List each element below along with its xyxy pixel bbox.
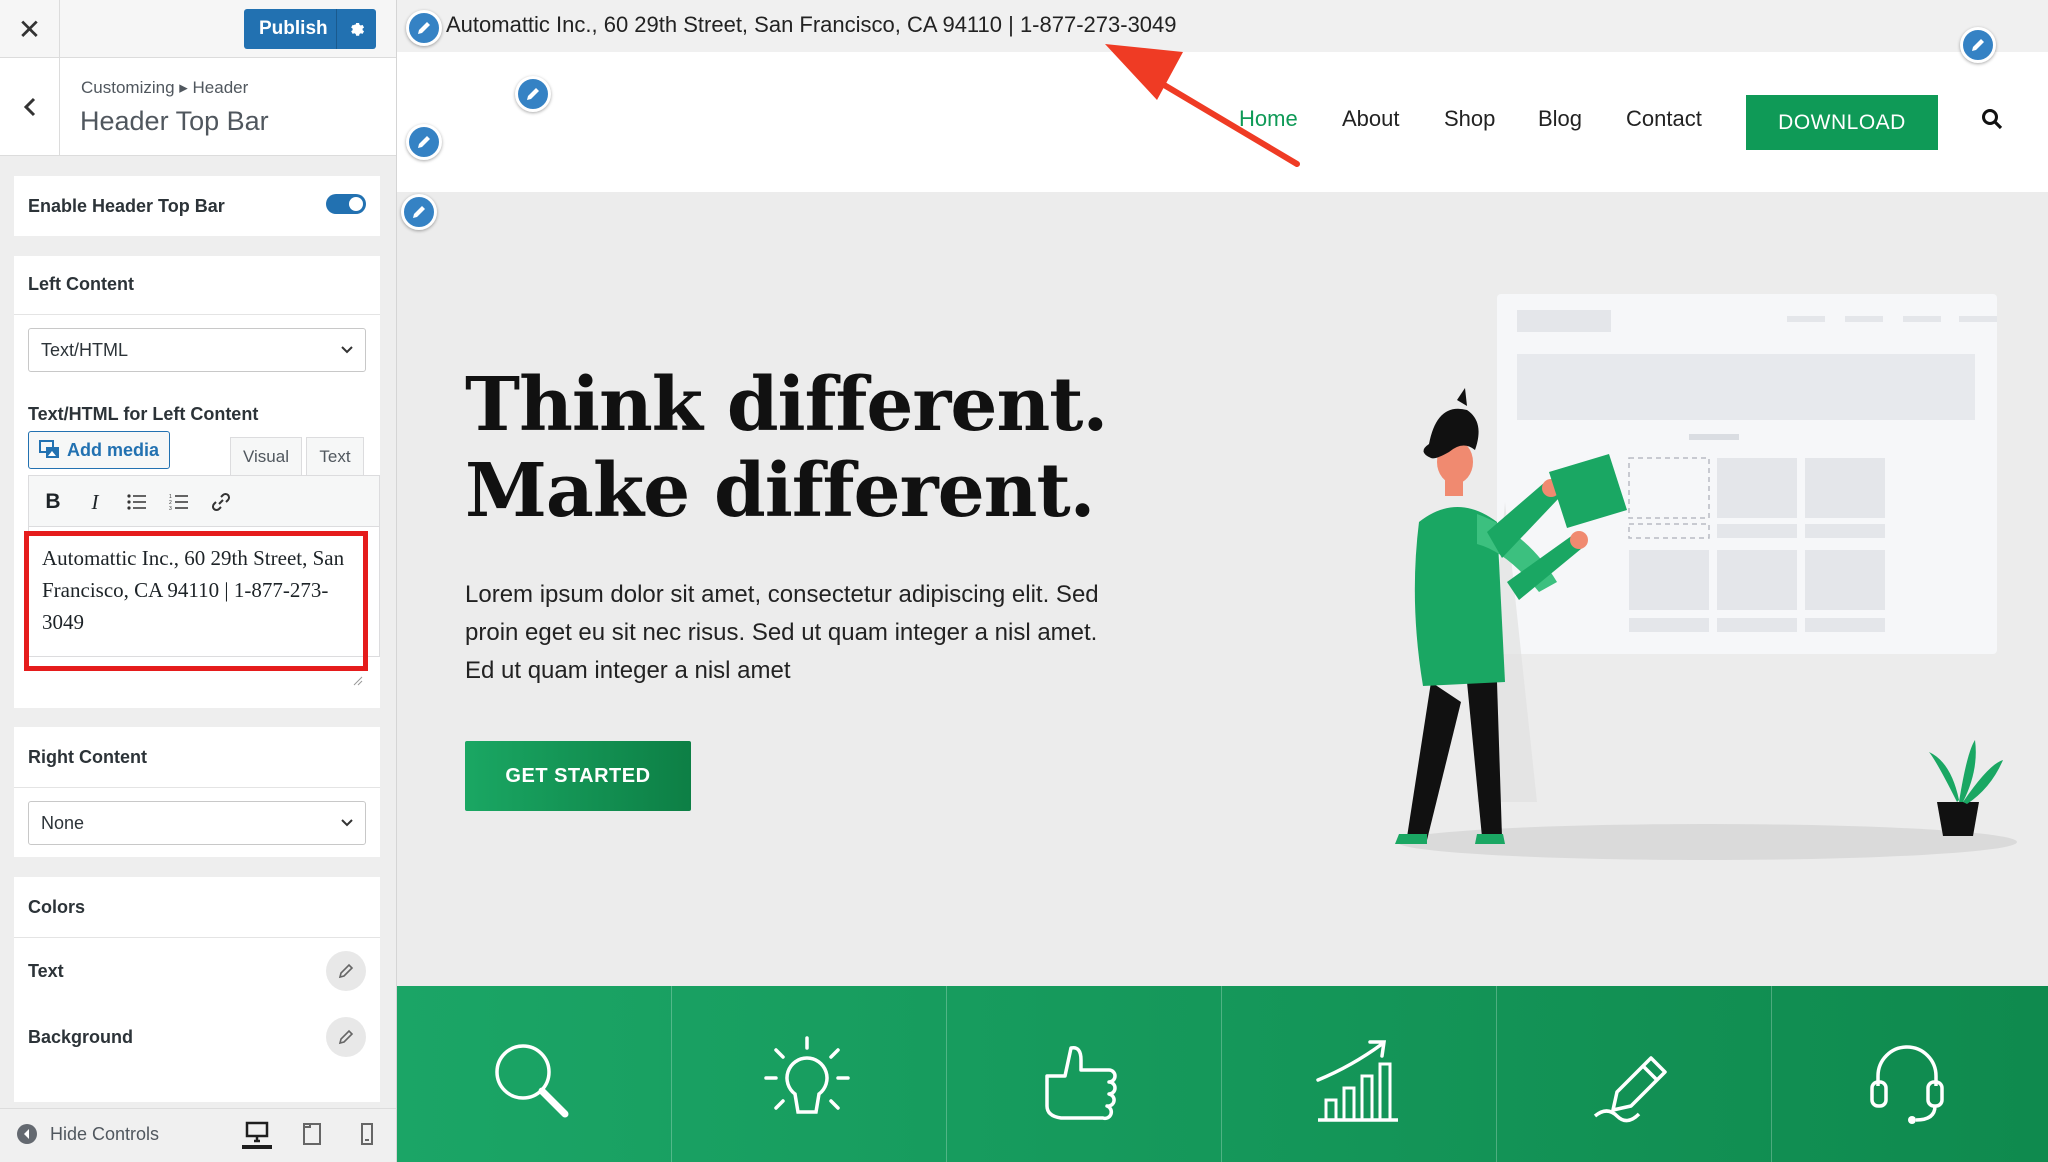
left-content-title: Left Content <box>28 274 134 294</box>
publish-settings-gear-icon[interactable] <box>336 9 376 49</box>
hero-title: Think different. Make different. <box>465 362 1108 534</box>
divider <box>14 787 380 788</box>
bulleted-list-icon[interactable] <box>123 488 151 516</box>
background-color-picker-button[interactable] <box>326 1017 366 1057</box>
edit-shortcut-header[interactable] <box>406 124 442 160</box>
hero-illustration <box>1395 294 2017 860</box>
pen-icon <box>1593 1056 1667 1123</box>
edit-shortcut-header-right[interactable] <box>1960 27 1996 63</box>
tablet-preview-icon[interactable] <box>297 1119 327 1149</box>
editor-content: Automattic Inc., 60 29th Street, San Fra… <box>42 546 345 634</box>
publish-label: Publish <box>259 18 328 39</box>
chevron-down-icon <box>341 346 353 354</box>
customizer-header-actions: ✕ Publish <box>0 0 396 58</box>
media-icon <box>39 440 59 458</box>
left-content-section: Left Content Text/HTML Text/HTML for Lef… <box>14 256 380 708</box>
breadcrumb: Customizing ▸ Header <box>81 78 249 97</box>
thumbs-up-icon <box>1045 1046 1117 1121</box>
pencil-icon <box>1972 39 1984 51</box>
customizer-footer: Hide Controls <box>0 1108 396 1162</box>
pencil-icon <box>413 206 425 218</box>
nav-blog[interactable]: Blog <box>1538 106 1582 132</box>
get-started-button[interactable]: GET STARTED <box>465 741 691 811</box>
text-html-label: Text/HTML for Left Content <box>28 404 259 424</box>
pencil-icon <box>338 963 354 979</box>
site-preview: Automattic Inc., 60 29th Street, San Fra… <box>397 0 2048 1162</box>
add-media-button[interactable]: Add media <box>28 431 170 469</box>
headset-icon <box>1870 1045 1944 1124</box>
panel-header: Customizing ▸ Header Header Top Bar <box>0 58 396 156</box>
bold-icon[interactable]: B <box>39 488 67 516</box>
add-media-label: Add media <box>67 439 160 460</box>
back-button[interactable] <box>0 58 60 156</box>
hero-title-line-2: Make different. <box>465 448 1095 534</box>
chevron-down-icon <box>341 819 353 827</box>
desktop-preview-icon[interactable] <box>242 1119 272 1149</box>
svg-text:3: 3 <box>169 506 172 511</box>
tab-text[interactable]: Text <box>306 437 364 475</box>
edit-shortcut-hero[interactable] <box>401 194 437 230</box>
features-strip <box>397 986 2048 1162</box>
colors-section: Colors Text Background <box>14 877 380 1102</box>
resize-handle-icon[interactable] <box>353 676 363 686</box>
left-content-select-value: Text/HTML <box>41 339 129 360</box>
italic-icon[interactable]: I <box>81 488 109 516</box>
tab-visual[interactable]: Visual <box>230 437 302 475</box>
divider <box>14 314 380 315</box>
colors-title: Colors <box>28 897 86 917</box>
link-icon[interactable] <box>207 488 235 516</box>
pencil-icon <box>338 1029 354 1045</box>
feature-support[interactable] <box>1772 986 2047 1162</box>
numbered-list-icon[interactable]: 123 <box>165 488 193 516</box>
pencil-icon <box>527 88 539 100</box>
hero-section: Think different. Make different. Lorem i… <box>397 192 2048 986</box>
background-color-label: Background <box>28 1027 134 1047</box>
lightbulb-icon <box>764 1036 850 1114</box>
mobile-preview-icon[interactable] <box>352 1119 382 1149</box>
search-icon[interactable] <box>1981 108 2003 130</box>
annotation-arrow <box>1105 44 1300 167</box>
hide-controls-button[interactable]: Hide Controls <box>16 1123 159 1145</box>
divider <box>14 937 380 938</box>
hero-body-text: Lorem ipsum dolor sit amet, consectetur … <box>465 581 1099 684</box>
right-content-title: Right Content <box>28 747 147 767</box>
feature-approval[interactable] <box>947 986 1222 1162</box>
edit-shortcut-top-bar[interactable] <box>406 10 442 46</box>
pencil-icon <box>418 136 430 148</box>
toggle-knob <box>349 197 363 211</box>
left-content-select[interactable]: Text/HTML <box>28 328 366 372</box>
edit-shortcut-logo[interactable] <box>515 76 551 112</box>
editor-toolbar: B I 123 <box>28 475 380 527</box>
search-icon <box>495 1044 569 1118</box>
enable-top-bar-toggle[interactable] <box>326 194 366 214</box>
text-color-picker-button[interactable] <box>326 951 366 991</box>
nav-contact[interactable]: Contact <box>1626 106 1702 132</box>
collapse-arrow-icon <box>17 1124 37 1144</box>
download-button[interactable]: DOWNLOAD <box>1746 95 1938 150</box>
growth-chart-icon <box>1316 1040 1398 1122</box>
text-color-label: Text <box>28 961 64 981</box>
nav-about[interactable]: About <box>1342 106 1400 132</box>
right-content-select[interactable]: None <box>28 801 366 845</box>
feature-idea[interactable] <box>672 986 947 1162</box>
right-content-section: Right Content None <box>14 727 380 857</box>
customizer-sidebar: ✕ Publish Customizing ▸ Header Header To… <box>0 0 397 1162</box>
nav-shop[interactable]: Shop <box>1444 106 1495 132</box>
hide-controls-label: Hide Controls <box>50 1123 160 1144</box>
panel-title: Header Top Bar <box>80 106 269 136</box>
right-content-select-value: None <box>41 812 85 833</box>
feature-search[interactable] <box>397 986 672 1162</box>
close-customizer-button[interactable]: ✕ <box>0 0 60 58</box>
enable-top-bar-label: Enable Header Top Bar <box>28 196 225 216</box>
chevron-left-icon <box>23 97 35 117</box>
top-bar-text: Automattic Inc., 60 29th Street, San Fra… <box>446 12 1177 37</box>
enable-top-bar-section: Enable Header Top Bar <box>14 176 380 236</box>
pencil-icon <box>418 22 430 34</box>
feature-growth[interactable] <box>1222 986 1497 1162</box>
plant <box>1929 740 2003 836</box>
publish-button[interactable]: Publish <box>244 9 376 49</box>
feature-design[interactable] <box>1497 986 1772 1162</box>
hero-title-line-1: Think different. <box>465 362 1108 448</box>
